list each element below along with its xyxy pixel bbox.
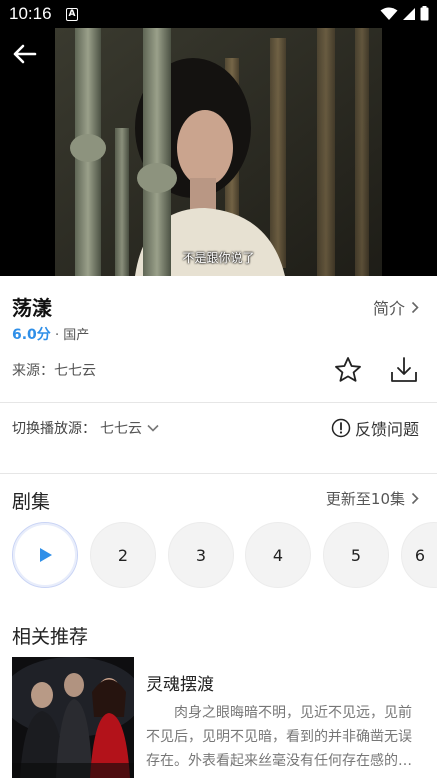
- source-label: 来源：: [12, 363, 54, 379]
- back-button[interactable]: [10, 40, 40, 68]
- feedback-button[interactable]: 反馈问题: [331, 416, 419, 440]
- battery-icon: [420, 6, 429, 21]
- episode-item[interactable]: 6: [401, 522, 437, 588]
- video-subtitle: 不是跟你说了: [182, 251, 255, 265]
- meta-separator: ·: [50, 328, 64, 343]
- video-player[interactable]: 不是跟你说了: [55, 28, 382, 276]
- intro-label: 简介: [372, 299, 405, 318]
- favorite-button[interactable]: [333, 355, 363, 385]
- intro-button[interactable]: 简介: [373, 295, 419, 319]
- divider: [0, 402, 437, 403]
- play-icon: [40, 548, 52, 562]
- recommend-item[interactable]: 灵魂摆渡 肉身之眼晦暗不明，见近不见远，见前不见后，见明不见暗，看到的并非确凿无…: [12, 657, 437, 778]
- arrow-left-icon: [13, 44, 37, 64]
- update-label: 更新至10集: [325, 490, 405, 508]
- switch-source-dropdown[interactable]: 切换播放源： 七七云: [12, 418, 160, 438]
- wifi-icon: [380, 7, 398, 20]
- source-value: 七七云: [54, 363, 96, 379]
- star-outline-icon: [335, 357, 361, 382]
- chevron-right-icon: [411, 492, 419, 505]
- episodes-more-button[interactable]: 更新至10集: [326, 488, 419, 509]
- recommend-description: 肉身之眼晦暗不明，见近不见远，见前不见后，见明不见暗，看到的并非确凿无误存在。外…: [146, 705, 412, 769]
- feedback-label: 反馈问题: [354, 420, 419, 439]
- video-frame-image: [55, 28, 382, 276]
- status-bar: 10:16 A: [0, 0, 437, 30]
- episode-item[interactable]: 2: [90, 522, 156, 588]
- region-label: 国产: [63, 328, 90, 343]
- recommend-title: 相关推荐: [12, 626, 89, 648]
- show-meta: 6.0分 · 国产: [12, 324, 89, 344]
- system-icons: [380, 6, 429, 21]
- episode-number: 6: [414, 545, 426, 565]
- signal-icon: [403, 7, 415, 20]
- info-circle-icon: [331, 418, 351, 438]
- status-time: 10:16: [9, 4, 52, 23]
- score-value: 6.0分: [12, 327, 51, 343]
- source-info: 来源：七七云: [12, 360, 96, 380]
- download-button[interactable]: [389, 355, 419, 385]
- episodes-title: 剧集: [12, 491, 51, 513]
- episode-item[interactable]: 4: [245, 522, 311, 588]
- episode-item-playing[interactable]: [12, 522, 78, 588]
- chevron-down-icon: [147, 424, 159, 432]
- divider: [0, 473, 437, 474]
- poster-image: [12, 657, 134, 778]
- notification-icon: A: [66, 8, 78, 21]
- recommend-name: 灵魂摆渡: [146, 675, 214, 695]
- episode-item[interactable]: 5: [323, 522, 389, 588]
- switch-source-label: 切换播放源：: [12, 421, 96, 437]
- episode-item[interactable]: 3: [168, 522, 234, 588]
- recommend-poster: [12, 657, 134, 778]
- download-icon: [391, 357, 417, 382]
- chevron-right-icon: [411, 301, 419, 313]
- switch-source-value: 七七云: [100, 421, 142, 437]
- episode-list: 2 3 4 5 6: [12, 522, 437, 588]
- show-title: 荡漾: [12, 296, 52, 320]
